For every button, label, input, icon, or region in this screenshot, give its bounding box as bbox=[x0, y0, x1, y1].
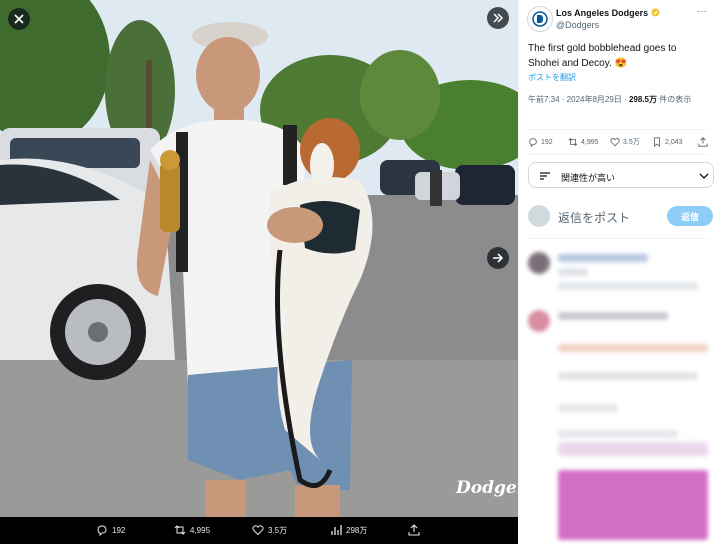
divider bbox=[528, 154, 708, 155]
collapse-panel-button[interactable] bbox=[487, 7, 509, 29]
media-action-bar: 192 4,995 3.5万 298万 bbox=[0, 517, 518, 544]
reply-button[interactable]: 192 bbox=[528, 137, 553, 147]
like-button[interactable]: 3.5万 bbox=[610, 137, 640, 147]
like-count: 3.5万 bbox=[623, 139, 640, 146]
sort-label: 関連性が高い bbox=[561, 173, 616, 183]
like-icon bbox=[610, 138, 620, 147]
like-icon bbox=[252, 525, 264, 536]
bookmark-button[interactable]: 2,043 bbox=[652, 137, 683, 147]
reply-sort-dropdown[interactable]: 関連性が高い bbox=[528, 162, 714, 188]
share-button[interactable] bbox=[698, 137, 708, 147]
tweet-views-count: 298.5万 bbox=[628, 95, 657, 104]
media-share-button[interactable] bbox=[408, 524, 420, 536]
share-icon bbox=[698, 137, 708, 147]
user-handle[interactable]: @Dodgers bbox=[556, 20, 599, 30]
reply-composer: 返信をポスト 返信 bbox=[528, 204, 714, 230]
dodgers-logo-icon bbox=[532, 11, 548, 27]
reply-count: 192 bbox=[541, 138, 553, 146]
translate-link[interactable]: ポストを翻訳 bbox=[528, 72, 576, 83]
bookmark-icon bbox=[654, 137, 660, 147]
tweet-meta: 午前7:34 · 2024年8月29日 · 298.5万 件の表示 bbox=[528, 93, 710, 107]
media-like-button[interactable]: 3.5万 bbox=[252, 524, 287, 536]
reply-input[interactable]: 返信をポスト bbox=[558, 209, 630, 226]
dodgers-avatar[interactable] bbox=[527, 6, 553, 32]
blurred-replies bbox=[519, 238, 714, 544]
current-user-avatar bbox=[528, 205, 550, 227]
display-name[interactable]: Los Angeles Dodgers bbox=[556, 8, 660, 18]
tweet-views-label: 件の表示 bbox=[656, 95, 692, 104]
tweet-photo bbox=[0, 0, 518, 517]
media-repost-button[interactable]: 4,995 bbox=[174, 524, 210, 536]
more-icon: ··· bbox=[697, 6, 707, 17]
media-repost-count: 4,995 bbox=[190, 525, 211, 535]
divider bbox=[528, 129, 708, 130]
dodgers-watermark: Dodgers bbox=[456, 478, 518, 498]
repost-count: 4,995 bbox=[581, 138, 599, 146]
verified-badge-icon bbox=[651, 8, 660, 17]
media-views-button[interactable]: 298万 bbox=[330, 524, 367, 536]
media-reply-button[interactable]: 192 bbox=[96, 524, 125, 536]
media-reply-count: 192 bbox=[112, 525, 126, 535]
close-icon bbox=[14, 14, 24, 24]
more-options-button[interactable]: ··· bbox=[697, 6, 707, 17]
share-icon bbox=[408, 524, 420, 536]
repost-button[interactable]: 4,995 bbox=[568, 137, 599, 147]
reply-submit-button[interactable]: 返信 bbox=[667, 206, 713, 226]
media-like-count: 3.5万 bbox=[268, 525, 288, 535]
tweet-text: The first gold bobblehead goes to Shohei… bbox=[528, 43, 677, 69]
tweet-timestamp[interactable]: 午前7:34 · 2024年8月29日 · bbox=[528, 95, 629, 104]
bookmark-count: 2,043 bbox=[665, 138, 683, 146]
repost-icon bbox=[568, 138, 578, 146]
close-button[interactable] bbox=[8, 8, 30, 30]
reply-icon bbox=[97, 525, 107, 536]
photo-illustration bbox=[0, 0, 518, 517]
collapse-icon bbox=[493, 13, 504, 23]
chevron-down-icon bbox=[699, 173, 709, 179]
sort-icon bbox=[540, 172, 550, 180]
repost-icon bbox=[174, 525, 186, 535]
reply-icon bbox=[529, 138, 537, 147]
tweet-panel: Los Angeles Dodgers @Dodgers ··· The fir… bbox=[518, 0, 714, 544]
views-icon bbox=[331, 525, 342, 535]
media-viewer: Dodgers 192 4,995 3.5万 298万 bbox=[0, 0, 518, 544]
display-name-text: Los Angeles Dodgers bbox=[556, 8, 649, 18]
media-views-count: 298万 bbox=[346, 525, 368, 535]
next-arrow-icon bbox=[493, 253, 504, 263]
next-image-button[interactable] bbox=[487, 247, 509, 269]
